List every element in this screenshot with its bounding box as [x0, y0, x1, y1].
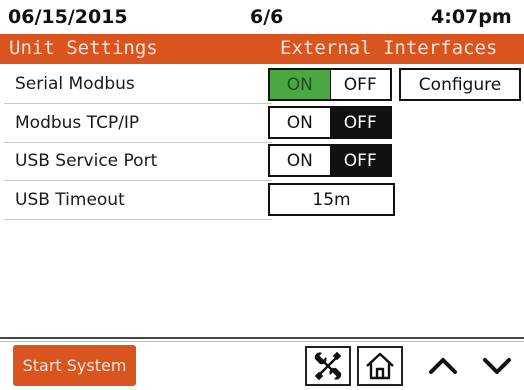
row-divider [4, 103, 272, 104]
date-readout: 06/15/2015 [8, 6, 128, 28]
modbus-tcpip-toggle[interactable]: ON OFF [268, 106, 392, 139]
status-bar: 06/15/2015 6/6 4:07pm [0, 0, 524, 34]
section-title: External Interfaces [280, 37, 498, 59]
page-title: Unit Settings [9, 37, 158, 59]
serial-modbus-toggle[interactable]: ON OFF [268, 68, 392, 101]
serial-modbus-label: Serial Modbus [15, 74, 135, 94]
title-bar: Unit Settings External Interfaces [0, 34, 524, 64]
usb-timeout-field[interactable]: 15m [268, 183, 395, 216]
configure-button[interactable]: Configure [399, 68, 521, 101]
chevron-up-icon [429, 358, 457, 374]
start-system-button[interactable]: Start System [13, 345, 136, 386]
home-icon [366, 352, 394, 380]
modbus-tcpip-on[interactable]: ON [270, 108, 331, 137]
serial-modbus-on[interactable]: ON [270, 70, 331, 99]
tools-button[interactable] [305, 346, 351, 386]
scroll-up-button[interactable] [423, 346, 463, 386]
scroll-down-button[interactable] [477, 346, 517, 386]
row-divider [4, 142, 272, 143]
usb-timeout-label: USB Timeout [15, 190, 125, 210]
usb-service-port-toggle[interactable]: ON OFF [268, 144, 392, 177]
serial-modbus-off[interactable]: OFF [330, 70, 390, 99]
home-button[interactable] [357, 346, 403, 386]
row-divider [4, 219, 272, 220]
footer-divider-light [0, 341, 524, 342]
chevron-down-icon [483, 358, 511, 374]
row-divider [4, 180, 272, 181]
time-readout: 4:07pm [431, 6, 512, 28]
usb-service-port-label: USB Service Port [15, 151, 158, 171]
usb-service-port-off[interactable]: OFF [330, 146, 390, 175]
modbus-tcpip-off[interactable]: OFF [330, 108, 390, 137]
usb-service-port-on[interactable]: ON [270, 146, 331, 175]
page-indicator: 6/6 [250, 6, 284, 28]
tools-icon [314, 351, 342, 381]
modbus-tcpip-label: Modbus TCP/IP [15, 113, 140, 133]
footer-divider [0, 337, 524, 339]
